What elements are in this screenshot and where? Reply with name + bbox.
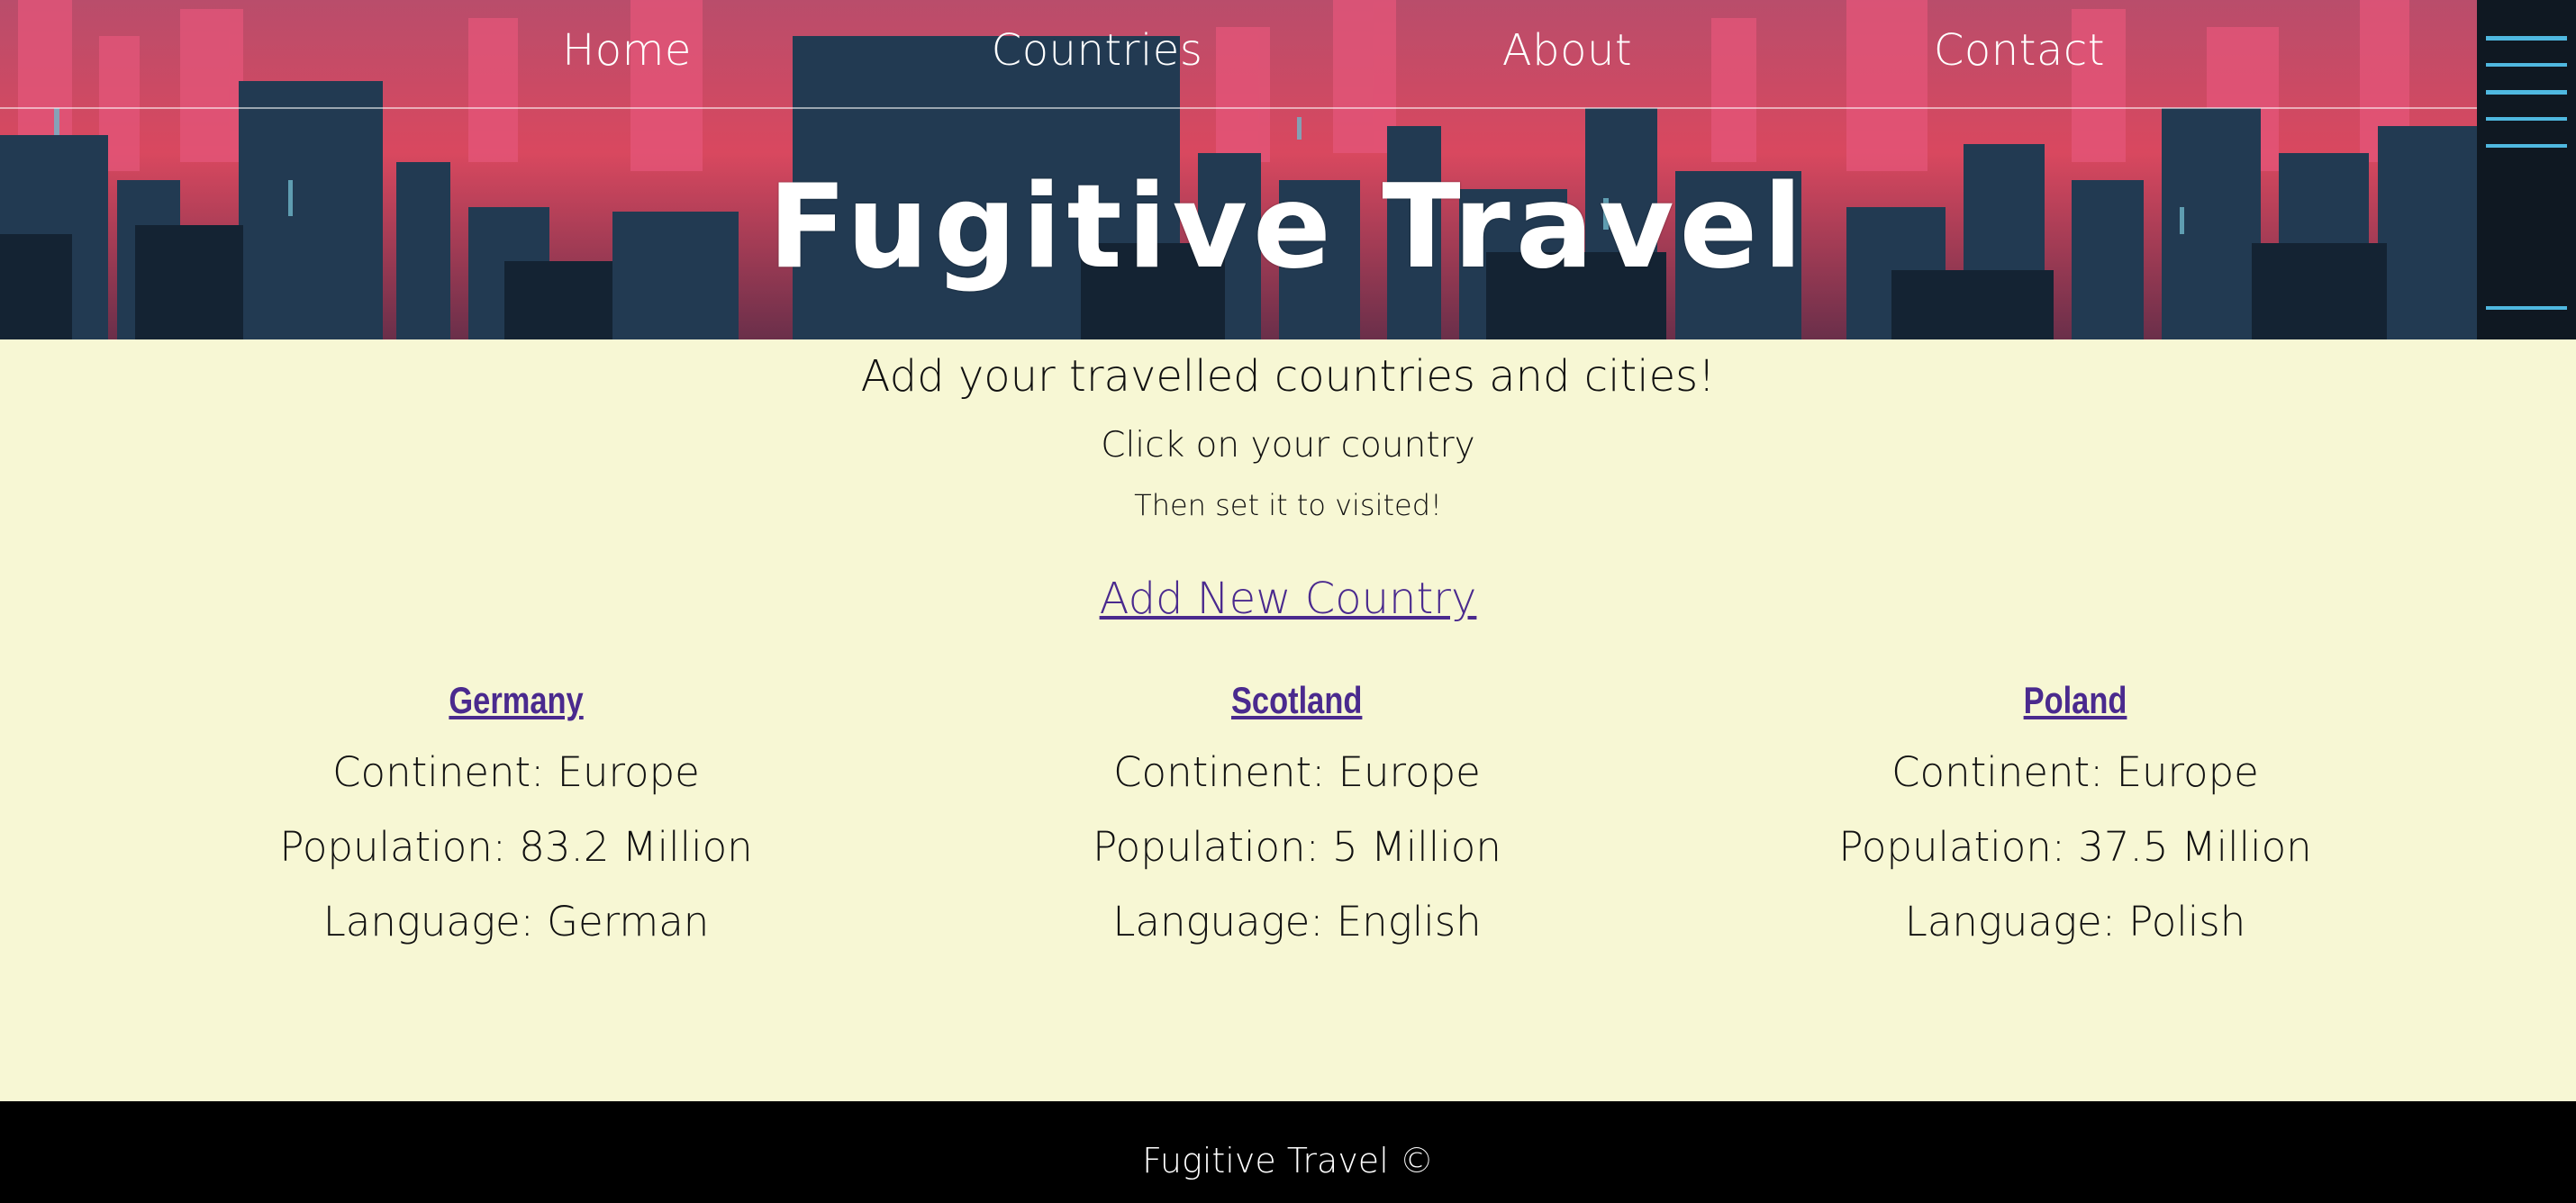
country-continent: Continent: Europe <box>332 748 700 796</box>
nav-countries-link[interactable]: Countries <box>992 25 1203 76</box>
country-language: Language: German <box>322 898 710 945</box>
site-title: Fugitive Travel <box>767 160 1809 294</box>
main-content: Add your travelled countries and cities!… <box>0 339 2576 1101</box>
country-population: Population: 83.2 Million <box>279 823 753 871</box>
country-name-link[interactable]: Scotland <box>1231 679 1362 722</box>
country-population: Population: 5 Million <box>1093 823 1501 871</box>
country-card-scotland: Scotland Continent: Europe Population: 5… <box>937 679 1657 959</box>
country-language: Language: Polish <box>1904 898 2246 945</box>
add-new-country-link[interactable]: Add New Country <box>1100 574 1477 624</box>
country-continent: Continent: Europe <box>1113 748 1481 796</box>
nav-about-link[interactable]: About <box>1502 25 1632 76</box>
intro-heading: Add your travelled countries and cities! <box>860 351 1716 402</box>
intro-note: Then set it to visited! <box>1134 488 1442 522</box>
country-continent: Continent: Europe <box>1891 748 2259 796</box>
country-language: Language: English <box>1112 898 1482 945</box>
country-name-link[interactable]: Poland <box>2024 679 2127 722</box>
hero-banner: Home Countries About Contact Fugitive Tr… <box>0 0 2576 339</box>
country-population: Population: 37.5 Million <box>1838 823 2312 871</box>
country-name-link[interactable]: Germany <box>449 679 583 722</box>
nav-contact-link[interactable]: Contact <box>1934 25 2105 76</box>
nav-home-link[interactable]: Home <box>562 25 692 76</box>
footer-copyright: Fugitive Travel © <box>1142 1141 1434 1180</box>
country-card-poland: Poland Continent: Europe Population: 37.… <box>1715 679 2435 959</box>
intro-subheading: Click on your country <box>1101 425 1475 466</box>
main-navigation: Home Countries About Contact <box>0 0 2477 109</box>
country-card-germany: Germany Continent: Europe Population: 83… <box>156 679 876 959</box>
site-footer: Fugitive Travel © <box>0 1101 2576 1203</box>
